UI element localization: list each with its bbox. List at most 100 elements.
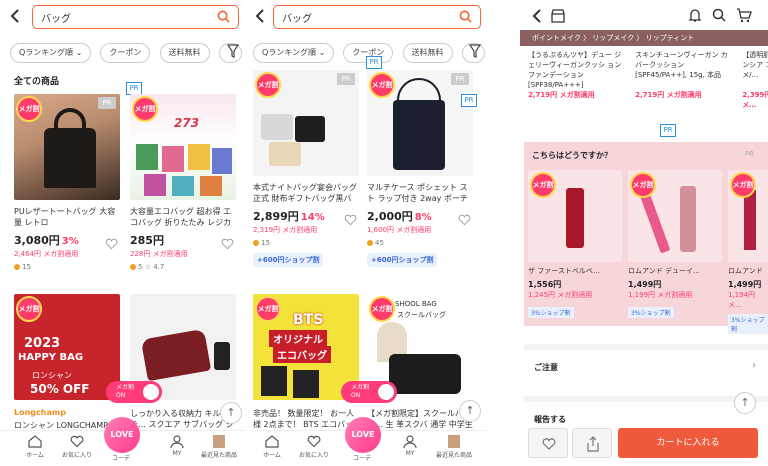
nav-my[interactable]: MY bbox=[391, 435, 429, 457]
nav-home[interactable]: ホーム bbox=[253, 435, 291, 459]
product-title[interactable]: PUレザートートバッグ 大容量 レトロ bbox=[14, 206, 120, 228]
related-product[interactable]: 【うるぷるんツヤ】デュー ジェリーヴィーガンクッシ ョンファンデーション [SP… bbox=[528, 50, 626, 100]
product-title[interactable]: 本式ナイトバッグ宴会バッグ正式 財布ギフトバッグ黒バッグ… bbox=[253, 182, 359, 204]
ecobag-swatch bbox=[172, 176, 194, 196]
product-image[interactable]: 273 メガ割 bbox=[130, 94, 236, 200]
product-image[interactable]: メガ割 bbox=[528, 170, 622, 262]
search-icon[interactable] bbox=[217, 10, 230, 23]
add-to-cart-button[interactable]: カートに入れる bbox=[618, 428, 758, 458]
back-arrow-icon[interactable] bbox=[255, 8, 269, 28]
love-button[interactable]: LOVE bbox=[104, 417, 140, 453]
recommended-product[interactable]: メガ割 ザ ファーストベルベ… 1,556円 1,245円 メガ割適用 3%ショ… bbox=[528, 170, 622, 319]
mega-sale-badge: メガ割 bbox=[369, 72, 395, 98]
recommendation-section: こちらはどうですか？ PR メガ割 ザ ファーストベルベ… 1,556円 1,2… bbox=[524, 142, 768, 334]
product-image[interactable]: 2023 HAPPY BAG ロンシャン 50% OFF メガ割 bbox=[14, 294, 120, 400]
product-image[interactable]: メガ割 PR bbox=[14, 94, 120, 200]
lipstick-shape bbox=[744, 190, 756, 250]
product-image[interactable]: メガ割 bbox=[728, 170, 768, 262]
back-arrow-icon[interactable] bbox=[532, 8, 542, 24]
mega-sale-toggle[interactable]: メガ割 ON bbox=[106, 381, 162, 403]
filter-icon[interactable] bbox=[227, 44, 239, 58]
chip-free-shipping[interactable]: 送料無料 bbox=[402, 43, 453, 63]
product-card[interactable]: 2023 HAPPY BAG ロンシャン 50% OFF メガ割 Longcha… bbox=[14, 294, 120, 431]
chip-free-shipping[interactable]: 送料無料 bbox=[159, 43, 210, 63]
mega-sale-toggle[interactable]: メガ割 ON bbox=[341, 381, 397, 403]
search-results-panel-2: バッグ Qランキング順 ⌄ クーポン 送料無料 PR メガ割 PR 本式ナイトバ… bbox=[249, 0, 487, 466]
back-arrow-icon[interactable] bbox=[10, 8, 24, 28]
nav-home[interactable]: ホーム bbox=[16, 435, 54, 459]
chevron-right-icon: › bbox=[752, 360, 756, 371]
image-text: 2023 bbox=[24, 336, 61, 351]
bell-icon[interactable] bbox=[688, 8, 702, 23]
product-image[interactable]: メガ割 bbox=[628, 170, 722, 262]
report-row[interactable]: 報告する bbox=[524, 396, 768, 426]
scroll-top-button[interactable]: ↑ bbox=[734, 392, 756, 414]
nav-favorites[interactable]: お気に入り bbox=[295, 435, 333, 459]
category-breadcrumb[interactable]: ポイントメイク 〉 リップメイク 〉 リップティント bbox=[520, 30, 768, 46]
product-card[interactable]: メガ割 PR PUレザートートバッグ 大容量 レトロ 3,080円 3% 2,46… bbox=[14, 94, 120, 271]
ecobag-swatch bbox=[212, 148, 232, 174]
scroll-top-button[interactable]: ↑ bbox=[220, 402, 242, 424]
product-image[interactable]: メガ割 PR bbox=[253, 70, 359, 176]
points-dot-icon bbox=[367, 240, 373, 246]
shop-discount-badge: 3%ショップ割 bbox=[528, 307, 574, 318]
mega-price: 2,719円 メガ割適用 bbox=[635, 91, 702, 99]
product-title[interactable]: 大容量エコバッグ 超お得 エコバッグ 折りたたみ レジカゴ… bbox=[130, 206, 236, 228]
scroll-top-button[interactable]: ↑ bbox=[459, 400, 481, 422]
product-meta: 15 bbox=[14, 263, 120, 271]
search-icon[interactable] bbox=[712, 8, 726, 22]
related-product[interactable]: 【透明肌 ガンシア コスメ/… 2,399円 メ… bbox=[742, 50, 768, 110]
product-card[interactable]: BTS オリジナル エコバッグ メガ割 非売品！ 数量限定！ お一人様 2点まで… bbox=[253, 294, 359, 430]
product-title[interactable]: マルチケース ポシェット スト ラップ付き 2way ポーチ 財… bbox=[367, 182, 473, 204]
lipstick-shape bbox=[566, 188, 584, 248]
ecobag-swatch bbox=[144, 174, 166, 196]
product-card[interactable]: SHOOL BAG スクールバッグ メガ割 【メガ割限定】スクールバッ… 生 革… bbox=[367, 294, 473, 430]
pr-badge[interactable]: PR bbox=[660, 124, 676, 137]
product-meta: 15 bbox=[253, 239, 359, 247]
pr-badge[interactable]: PR bbox=[366, 56, 382, 69]
bottom-nav: ホーム お気に入り LOVE コーデ MY 最近見た商品 bbox=[249, 417, 487, 466]
related-product[interactable]: スキンチューンヴィーガン カバークッション [SPF45/PA++], 15g,… bbox=[635, 50, 733, 100]
chip-ranking[interactable]: Qランキング順 ⌄ bbox=[10, 43, 92, 63]
mega-sale-badge: メガ割 bbox=[369, 296, 395, 322]
favorite-heart-icon[interactable] bbox=[221, 238, 234, 250]
search-input[interactable]: バッグ bbox=[273, 5, 481, 29]
recommended-product[interactable]: メガ割 ロムアンド デューイ… 1,499円 1,199円 メガ割適用 3%ショ… bbox=[628, 170, 722, 319]
ecobag-swatch bbox=[200, 176, 222, 196]
nav-my[interactable]: MY bbox=[158, 435, 196, 457]
nav-coord[interactable]: コーデ bbox=[102, 453, 140, 462]
search-icon[interactable] bbox=[459, 10, 472, 23]
favorite-heart-icon[interactable] bbox=[458, 214, 471, 226]
product-card[interactable]: メガ割 PR 本式ナイトバッグ宴会バッグ正式 財布ギフトバッグ黒バッグ… 2,8… bbox=[253, 70, 359, 267]
cart-icon[interactable] bbox=[736, 8, 752, 23]
filter-icon[interactable] bbox=[469, 44, 481, 58]
product-card[interactable]: 273 メガ割 大容量エコバッグ 超お得 エコバッグ 折りたたみ レジカゴ… 2… bbox=[130, 94, 236, 271]
favorite-button[interactable] bbox=[528, 428, 568, 458]
nav-favorites[interactable]: お気に入り bbox=[58, 435, 96, 459]
favorite-heart-icon[interactable] bbox=[105, 238, 118, 250]
product-title[interactable]: 【メガ割限定】スクールバッ… 生 革スクバ 通学 中学生 高… bbox=[367, 408, 473, 430]
pr-badge[interactable]: PR bbox=[461, 94, 477, 107]
top-bar bbox=[520, 0, 768, 30]
product-title[interactable]: 非売品！ 数量限定！ お一人様 2点まで！ BTS エコバッグ… bbox=[253, 408, 359, 430]
love-button[interactable]: LOVE bbox=[345, 417, 381, 453]
nav-coord[interactable]: コーデ bbox=[343, 453, 381, 462]
image-text: HAPPY BAG bbox=[18, 352, 84, 363]
nav-recent[interactable]: 最近見た商品 bbox=[435, 435, 473, 459]
nav-recent[interactable]: 最近見た商品 bbox=[200, 435, 238, 459]
chip-ranking[interactable]: Qランキング順 ⌄ bbox=[253, 43, 335, 63]
brand-name[interactable]: Longchamp bbox=[14, 408, 120, 417]
favorite-heart-icon[interactable] bbox=[344, 214, 357, 226]
search-input[interactable]: バッグ bbox=[32, 5, 239, 29]
nav-label: MY bbox=[172, 450, 182, 457]
chip-coupon[interactable]: クーポン bbox=[100, 43, 151, 63]
recent-thumb-icon bbox=[448, 435, 460, 448]
share-button[interactable] bbox=[572, 428, 612, 458]
nav-label: コーデ bbox=[111, 455, 130, 462]
notice-row[interactable]: ご注意 › bbox=[524, 344, 768, 384]
recommended-product[interactable]: メガ割 ロムアンド 1,499円 1,194円 メ… 3%ショップ割 bbox=[728, 170, 768, 335]
nav-label: 最近見た商品 bbox=[200, 452, 237, 459]
shop-icon[interactable] bbox=[550, 9, 566, 23]
product-image[interactable]: メガ割 PR bbox=[367, 70, 473, 176]
product-card[interactable]: メガ割 PR PR マルチケース ポシェット スト ラップ付き 2way ポーチ… bbox=[367, 70, 477, 267]
